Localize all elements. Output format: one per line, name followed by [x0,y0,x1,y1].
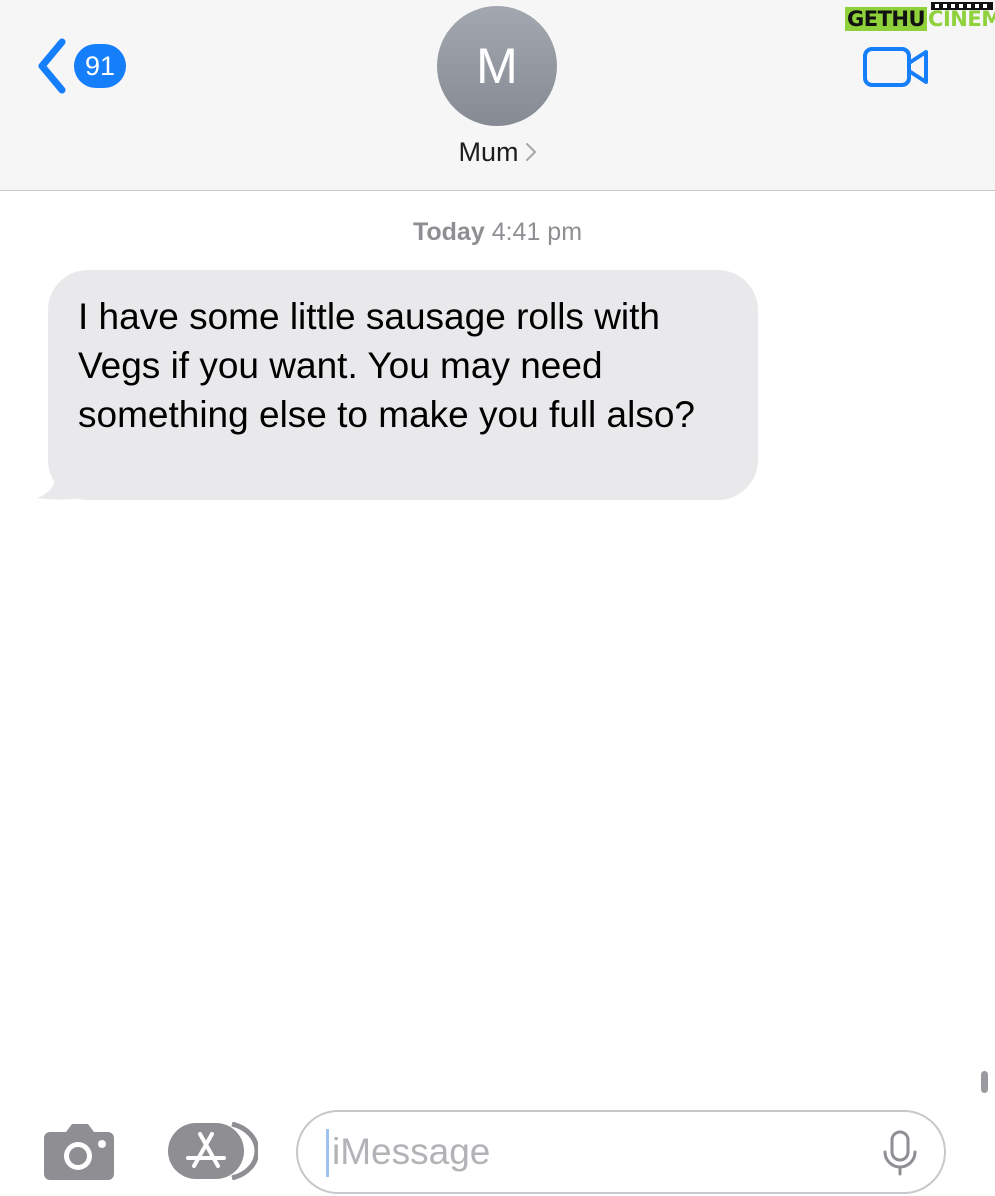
app-store-button[interactable] [166,1121,260,1181]
unread-count-badge: 91 [74,44,126,88]
messages-screen: 91 M Mum GETHUCINEMA [0,0,995,1196]
timestamp-day: Today [412,218,485,246]
watermark-logo: GETHUCINEMA [845,2,995,36]
incoming-message-bubble[interactable]: I have some little sausage rolls with Ve… [48,270,758,500]
camera-icon [44,1124,114,1180]
message-timestamp: Today 4:41 pm [0,215,995,249]
film-strip-icon [931,2,993,10]
camera-button[interactable] [42,1122,116,1180]
chevron-right-icon [525,143,536,161]
timestamp-time: 4:41 pm [491,218,583,246]
contact-avatar[interactable]: M [437,6,557,126]
video-camera-icon [863,47,928,87]
watermark-text-left: GETHU [845,7,928,31]
back-button[interactable]: 91 [34,36,144,96]
contact-info-button[interactable]: Mum [0,134,995,170]
text-cursor [326,1129,329,1177]
facetime-video-button[interactable] [862,44,932,90]
scroll-indicator[interactable] [981,1071,988,1093]
app-store-icon [168,1121,260,1181]
microphone-icon [883,1130,917,1176]
dictation-button[interactable] [880,1130,920,1176]
input-placeholder: iMessage [332,1131,491,1172]
back-chevron-icon [38,38,66,94]
imessage-input[interactable]: iMessage [296,1110,946,1194]
watermark-text-right: CINEMA [928,7,995,31]
contact-name: Mum [458,137,519,167]
conversation-header: 91 M Mum GETHUCINEMA [0,0,995,191]
